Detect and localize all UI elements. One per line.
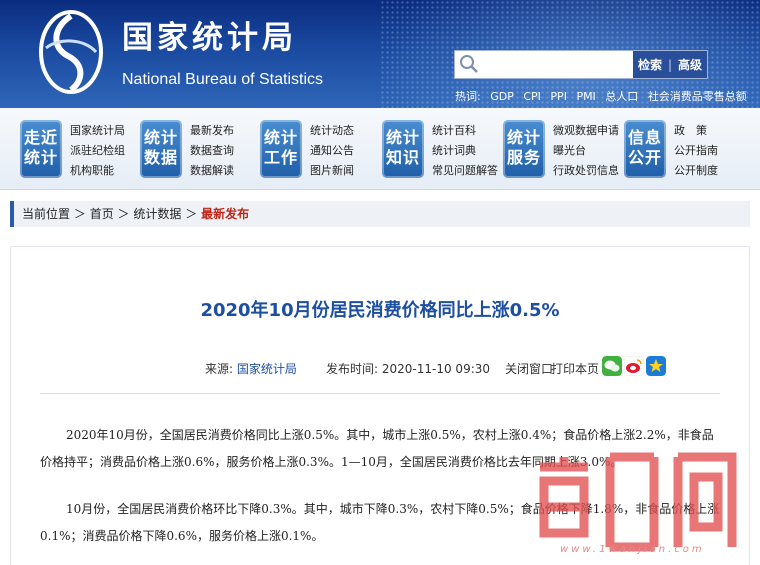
advanced-search-button[interactable]: 高级 [678, 56, 702, 73]
nbs-logo-icon[interactable] [38, 8, 104, 96]
hot-term-link[interactable]: CPI [523, 90, 541, 103]
time-label: 发布时间: [326, 362, 379, 376]
source-label: 来源: [205, 362, 234, 376]
watermark-logo [539, 452, 737, 552]
nav-link[interactable]: 行政处罚信息 [553, 161, 619, 181]
nav-link[interactable]: 常见问题解答 [432, 161, 498, 181]
search-box: 检索 | 高级 [454, 50, 708, 79]
breadcrumb-label: 当前位置 [22, 207, 71, 221]
article-title: 2020年10月份居民消费价格同比上涨0.5% [200, 300, 560, 321]
hot-term-link[interactable]: PMI [576, 90, 595, 103]
nav-tile-service[interactable]: 统计 服务 [503, 120, 545, 178]
breadcrumb-separator: ＞ [117, 207, 130, 221]
nav-link[interactable]: 数据查询 [190, 141, 234, 161]
search-button[interactable]: 检索 [638, 56, 662, 73]
article-time: 发布时间: 2020-11-10 09:30 [326, 360, 490, 377]
nav-link[interactable]: 数据解读 [190, 161, 234, 181]
hot-term-link[interactable]: 总人口 [605, 90, 638, 103]
site-title-cn[interactable]: 国家统计局 [122, 12, 297, 57]
nav-link[interactable]: 图片新闻 [310, 161, 354, 181]
weibo-share-icon[interactable] [624, 356, 644, 376]
print-page-link[interactable]: 打印本页 [551, 360, 599, 377]
breadcrumb-home[interactable]: 首页 [90, 207, 114, 221]
nav-link[interactable]: 最新发布 [190, 121, 234, 141]
nav-tile-work[interactable]: 统计 工作 [260, 120, 302, 178]
nav-link[interactable]: 微观数据申请 [553, 121, 619, 141]
main-nav: 走近 统计 国家统计局 派驻纪检组 机构职能 统计 数据 最新发布 数据查询 数据解… [0, 108, 760, 190]
nav-link[interactable]: 派驻纪检组 [70, 141, 125, 161]
site-title-en[interactable]: National Bureau of Statistics [122, 71, 323, 89]
hot-term-link[interactable]: GDP [490, 90, 514, 103]
time-value: 2020-11-10 09:30 [381, 362, 491, 376]
hot-terms-label: 热词: [455, 90, 481, 103]
site-header: 国家统计局 National Bureau of Statistics 检索 |… [0, 0, 760, 108]
hot-term-link[interactable]: 社会消费品零售总额 [648, 90, 747, 103]
search-icon [460, 55, 478, 73]
nav-tile-about[interactable]: 走近 统计 [20, 120, 62, 178]
nav-link[interactable]: 统计词典 [432, 141, 498, 161]
article-divider [40, 393, 720, 394]
watermark-domain: www.1wanjian.com [560, 544, 705, 555]
nav-tile-knowledge[interactable]: 统计 知识 [382, 120, 424, 178]
nav-link[interactable]: 统计百科 [432, 121, 498, 141]
nav-link[interactable]: 机构职能 [70, 161, 125, 181]
breadcrumb-stats-data[interactable]: 统计数据 [133, 207, 181, 221]
wechat-share-icon[interactable] [602, 356, 622, 376]
nav-link[interactable]: 统计动态 [310, 121, 354, 141]
nav-link[interactable]: 公开指南 [674, 141, 718, 161]
page: 国家统计局 National Bureau of Statistics 检索 |… [0, 0, 760, 565]
hot-term-link[interactable]: PPI [550, 90, 567, 103]
close-window-link[interactable]: 关闭窗口 [505, 360, 553, 377]
nav-tile-disclosure[interactable]: 信息 公开 [624, 120, 666, 178]
search-buttons: 检索 | 高级 [633, 51, 707, 78]
qzone-share-icon[interactable] [646, 356, 666, 376]
breadcrumb-separator: ＞ [185, 207, 198, 221]
nav-tile-data[interactable]: 统计 数据 [140, 120, 182, 178]
breadcrumb-separator: ＞ [73, 207, 86, 221]
nav-link[interactable]: 曝光台 [553, 141, 619, 161]
source-link[interactable]: 国家统计局 [237, 362, 297, 376]
nav-link[interactable]: 国家统计局 [70, 121, 125, 141]
search-separator: | [667, 57, 673, 72]
nav-link[interactable]: 公开制度 [674, 161, 718, 181]
breadcrumb-current[interactable]: 最新发布 [201, 207, 249, 221]
hot-terms: 热词: GDP CPI PPI PMI 总人口 社会消费品零售总额 [455, 88, 753, 104]
nav-link[interactable]: 政 策 [674, 121, 718, 141]
breadcrumb: 当前位置 ＞ 首页 ＞ 统计数据 ＞ 最新发布 [10, 201, 750, 227]
nav-link[interactable]: 通知公告 [310, 141, 354, 161]
search-input[interactable] [483, 55, 633, 75]
article-source: 来源: 国家统计局 [205, 360, 297, 377]
